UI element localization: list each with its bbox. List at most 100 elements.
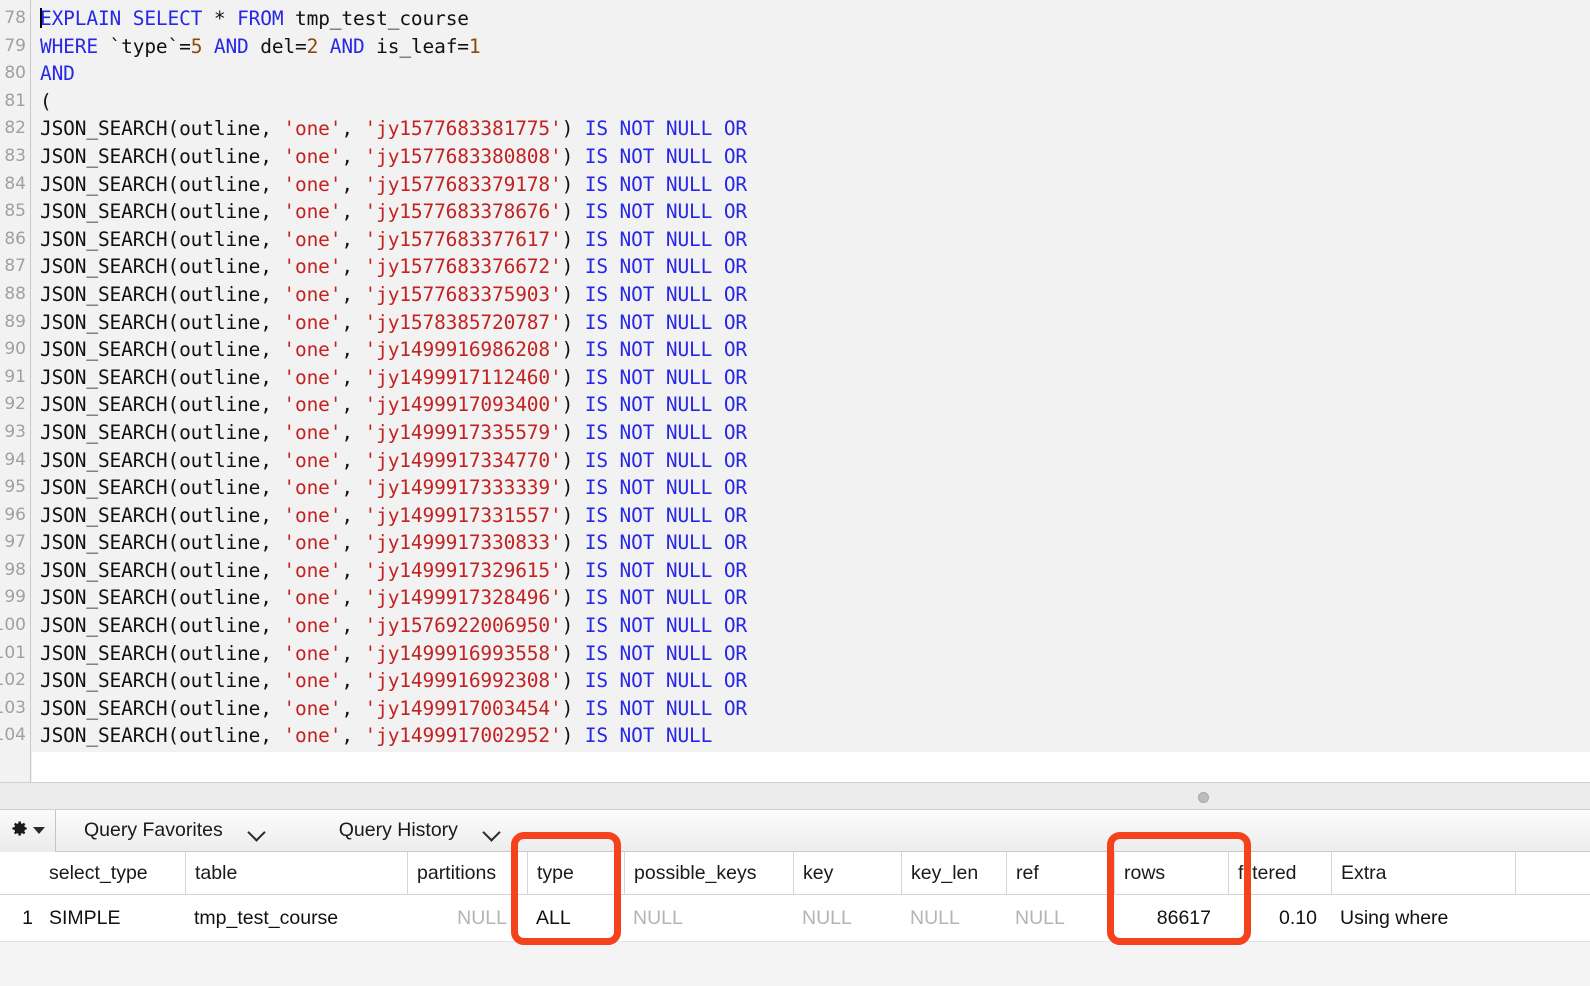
code-line[interactable]: JSON_SEARCH(outline, 'one', 'jy157768337… xyxy=(40,281,1590,309)
query-favorites-label: Query Favorites xyxy=(84,819,223,841)
json-search-id-literal: 'jy1499917331557' xyxy=(364,503,562,527)
column-header-key[interactable]: key xyxy=(793,852,901,894)
cell-select_type[interactable]: SIMPLE xyxy=(40,895,185,941)
code-line[interactable]: JSON_SEARCH(outline, 'one', 'jy149991733… xyxy=(40,419,1590,447)
column-header-type[interactable]: type xyxy=(527,852,620,894)
code-line[interactable]: JSON_SEARCH(outline, 'one', 'jy149991732… xyxy=(40,557,1590,585)
code-line[interactable]: JSON_SEARCH(outline, 'one', 'jy157768338… xyxy=(40,143,1590,171)
line-number: 104 xyxy=(0,725,26,746)
cell-extra[interactable]: Using where xyxy=(1331,895,1515,941)
json-search-call: JSON_SEARCH(outline, xyxy=(40,448,284,472)
column-header-spacer[interactable] xyxy=(1515,852,1590,894)
code-line[interactable]: JSON_SEARCH(outline, 'one', 'jy149991698… xyxy=(40,336,1590,364)
results-header-row: select_type table partitions type possible_k… xyxy=(0,852,1590,895)
toolbar-settings-button[interactable] xyxy=(0,809,56,852)
code-line[interactable]: JSON_SEARCH(outline, 'one', 'jy149991709… xyxy=(40,391,1590,419)
splitter-grip-handle[interactable] xyxy=(1198,792,1209,803)
code-line[interactable]: JSON_SEARCH(outline, 'one', 'jy149991733… xyxy=(40,502,1590,530)
code-line[interactable]: JSON_SEARCH(outline, 'one', 'jy149991700… xyxy=(40,722,1590,750)
line-number: 83 xyxy=(4,145,26,166)
close-paren: ) xyxy=(561,476,585,500)
code-line[interactable]: EXPLAIN SELECT * FROM tmp_test_course xyxy=(40,5,1590,33)
code-line[interactable]: JSON_SEARCH(outline, 'one', 'jy149991699… xyxy=(40,640,1590,668)
code-line[interactable]: JSON_SEARCH(outline, 'one', 'jy157768338… xyxy=(40,115,1590,143)
json-search-call: JSON_SEARCH(outline, xyxy=(40,641,284,665)
line-number: 98 xyxy=(4,559,26,580)
json-search-id-literal: 'jy1499917333339' xyxy=(364,476,562,500)
line-number: 96 xyxy=(4,504,26,525)
explain-results-grid[interactable]: select_type table partitions type possible_k… xyxy=(0,852,1590,986)
code-line[interactable]: JSON_SEARCH(outline, 'one', 'jy157838572… xyxy=(40,309,1590,337)
column-header-table[interactable]: table xyxy=(185,852,407,894)
json-search-mode-arg: 'one' xyxy=(283,310,342,334)
code-line[interactable]: JSON_SEARCH(outline, 'one', 'jy149991733… xyxy=(40,529,1590,557)
code-line[interactable]: ( xyxy=(40,88,1590,116)
json-search-mode-arg: 'one' xyxy=(283,393,342,417)
null-predicate: IS NOT NULL OR xyxy=(584,558,748,582)
json-search-call: JSON_SEARCH(outline, xyxy=(40,144,284,168)
cell-partitions[interactable]: NULL xyxy=(407,895,520,941)
editor-results-splitter[interactable] xyxy=(0,782,1590,810)
code-line[interactable]: JSON_SEARCH(outline, 'one', 'jy149991732… xyxy=(40,584,1590,612)
code-line[interactable]: JSON_SEARCH(outline, 'one', 'jy149991711… xyxy=(40,364,1590,392)
code-line[interactable]: JSON_SEARCH(outline, 'one', 'jy157768337… xyxy=(40,198,1590,226)
code-token: FROM xyxy=(237,7,284,30)
cell-table[interactable]: tmp_test_course xyxy=(185,895,407,941)
close-paren: ) xyxy=(561,420,585,444)
code-line[interactable]: JSON_SEARCH(outline, 'one', 'jy149991733… xyxy=(40,447,1590,475)
json-search-mode-arg: 'one' xyxy=(283,669,342,693)
column-header-possible_keys[interactable]: possible_keys xyxy=(624,852,790,894)
code-token: tmp_test_course xyxy=(295,7,469,30)
code-line[interactable]: JSON_SEARCH(outline, 'one', 'jy149991700… xyxy=(40,695,1590,723)
json-search-mode-arg: 'one' xyxy=(283,200,342,224)
code-line[interactable]: WHERE `type`=5 AND del=2 AND is_leaf=1 xyxy=(40,33,1590,61)
column-header-ref[interactable]: ref xyxy=(1006,852,1109,894)
results-empty-filler xyxy=(0,941,1590,986)
column-header-rows[interactable]: rows xyxy=(1114,852,1224,894)
json-search-call: JSON_SEARCH(outline, xyxy=(40,172,284,196)
cell-key[interactable]: NULL xyxy=(793,895,901,941)
close-paren: ) xyxy=(561,696,585,720)
sql-editor[interactable]: 78 79 80 81 82 83 84 85 86 87 88 89 90 91 92 93 94 95 96 97… xyxy=(0,0,1590,782)
cell-ref[interactable]: NULL xyxy=(1006,895,1109,941)
null-predicate: IS NOT NULL OR xyxy=(584,144,748,168)
code-line[interactable]: AND xyxy=(40,60,1590,88)
code-line[interactable]: JSON_SEARCH(outline, 'one', 'jy149991733… xyxy=(40,474,1590,502)
query-history-menu[interactable]: Query History xyxy=(281,810,516,852)
column-header-key_len[interactable]: key_len xyxy=(901,852,1006,894)
close-paren: ) xyxy=(561,724,585,748)
results-body[interactable]: 1 SIMPLE tmp_test_course NULL ALL NULL NULL NUL… xyxy=(0,895,1590,941)
json-search-call: JSON_SEARCH(outline, xyxy=(40,531,284,555)
cell-rows[interactable]: 86617 xyxy=(1114,895,1224,941)
cell-key_len[interactable]: NULL xyxy=(901,895,1006,941)
json-search-call: JSON_SEARCH(outline, xyxy=(40,669,284,693)
cell-filtered[interactable]: 0.10 xyxy=(1228,895,1330,941)
code-line[interactable]: JSON_SEARCH(outline, 'one', 'jy157768337… xyxy=(40,226,1590,254)
code-line[interactable]: JSON_SEARCH(outline, 'one', 'jy157768337… xyxy=(40,253,1590,281)
editor-code-area[interactable]: EXPLAIN SELECT * FROM tmp_test_course WHE… xyxy=(31,0,1590,782)
line-number: 103 xyxy=(0,697,26,718)
cell-type[interactable]: ALL xyxy=(527,895,620,941)
editor-empty-area[interactable] xyxy=(32,752,1590,782)
arg-separator: , xyxy=(341,503,365,527)
arg-separator: , xyxy=(341,696,365,720)
line-number: 78 xyxy=(4,8,26,28)
arg-separator: , xyxy=(341,310,365,334)
json-search-mode-arg: 'one' xyxy=(283,558,342,582)
column-header-partitions[interactable]: partitions xyxy=(407,852,520,894)
column-header-filtered[interactable]: filtered xyxy=(1228,852,1330,894)
query-favorites-menu[interactable]: Query Favorites xyxy=(56,810,281,852)
json-search-id-literal: 'jy1499916993558' xyxy=(364,641,562,665)
null-predicate: IS NOT NULL OR xyxy=(584,420,748,444)
code-token: SELECT xyxy=(132,7,203,30)
code-line[interactable]: JSON_SEARCH(outline, 'one', 'jy149991699… xyxy=(40,667,1590,695)
column-header-select_type[interactable]: select_type xyxy=(40,852,185,894)
arg-separator: , xyxy=(341,200,365,224)
column-header-extra[interactable]: Extra xyxy=(1331,852,1515,894)
code-line[interactable]: JSON_SEARCH(outline, 'one', 'jy157692200… xyxy=(40,612,1590,640)
null-predicate: IS NOT NULL OR xyxy=(584,393,748,417)
line-number: 95 xyxy=(4,477,26,498)
cell-possible_keys[interactable]: NULL xyxy=(624,895,790,941)
code-line[interactable]: JSON_SEARCH(outline, 'one', 'jy157768337… xyxy=(40,171,1590,199)
